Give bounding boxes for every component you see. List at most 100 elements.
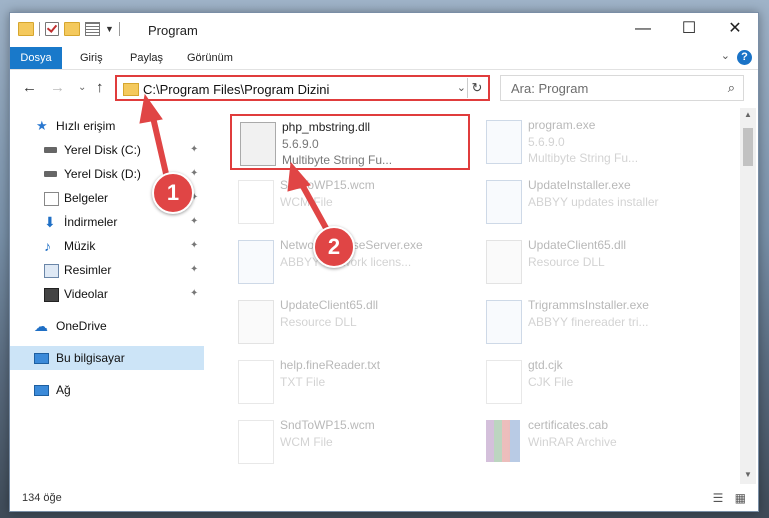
properties-icon[interactable] (85, 22, 100, 36)
sidebar-item-label: İndirmeler (64, 215, 118, 229)
sidebar-item-videos[interactable]: Videolar ✦ (10, 282, 204, 306)
music-icon: ♪ (44, 238, 51, 254)
up-arrow-icon[interactable]: ↑ (96, 79, 104, 96)
address-bar[interactable]: C:\Program Files\Program Dizini ⌄ ↻ (115, 75, 490, 101)
search-input[interactable] (509, 80, 713, 97)
back-arrow-icon[interactable]: ← (22, 79, 37, 96)
toolbar-divider (118, 22, 120, 36)
file-name: UpdateClient65.dll (528, 238, 627, 252)
tab-share[interactable]: Paylaş (130, 47, 163, 69)
file-item-php-mbstring[interactable]: php_mbstring.dll 5.6.9.0 Multibyte Strin… (230, 114, 470, 170)
pin-icon[interactable]: ✦ (190, 258, 198, 282)
dll-icon (238, 300, 274, 344)
document-icon (486, 360, 522, 404)
view-mode-icons[interactable]: ☰ ▦ (713, 491, 750, 505)
star-icon: ★ (36, 118, 48, 133)
videos-icon (44, 288, 59, 302)
file-name: certificates.cab (528, 418, 609, 432)
file-item[interactable]: UpdateInstaller.exe ABBYY updates instal… (478, 174, 718, 230)
file-item[interactable]: SndToWP15.wcm WCM File (230, 174, 470, 230)
file-item[interactable]: certificates.cab WinRAR Archive (478, 414, 718, 470)
sidebar-item-drive-c[interactable]: Yerel Disk (C:) ✦ (10, 138, 204, 162)
sidebar-item-label: Resimler (64, 263, 112, 277)
file-detail: WinRAR Archive (528, 435, 617, 449)
tab-file[interactable]: Dosya (10, 47, 62, 69)
file-item[interactable]: UpdateClient65.dll Resource DLL (478, 234, 718, 290)
expand-ribbon-chevron-icon[interactable]: ⌄ (721, 49, 730, 62)
file-name: UpdateInstaller.exe (528, 178, 631, 192)
new-folder-icon[interactable] (64, 22, 80, 36)
exe-icon (238, 240, 274, 284)
sidebar-item-label: Belgeler (64, 191, 109, 205)
tab-home[interactable]: Giriş (80, 47, 103, 69)
file-item[interactable]: program.exe 5.6.9.0 Multibyte String Fu.… (478, 114, 718, 170)
file-name: SndToWP15.wcm (280, 418, 375, 432)
document-icon (238, 360, 274, 404)
maximize-button[interactable]: ☐ (666, 13, 712, 45)
tab-view[interactable]: Görünüm (187, 47, 233, 69)
exe-icon (486, 180, 522, 224)
sidebar-item-music[interactable]: ♪ Müzik ✦ (10, 234, 204, 258)
scroll-up-icon[interactable]: ▲ (744, 110, 752, 119)
scroll-down-icon[interactable]: ▼ (744, 470, 752, 479)
sidebar-item-pictures[interactable]: Resimler ✦ (10, 258, 204, 282)
sidebar-item-label: Bu bilgisayar (56, 351, 125, 365)
sidebar-item-onedrive[interactable]: ☁ OneDrive (10, 314, 204, 338)
file-item[interactable]: help.fineReader.txt TXT File (230, 354, 470, 410)
pin-icon[interactable]: ✦ (190, 210, 198, 234)
sidebar-item-quick-access[interactable]: ★ Hızlı erişim (10, 114, 204, 138)
pictures-icon (44, 264, 59, 278)
file-detail: ABBYY updates installer (528, 195, 659, 209)
search-box[interactable]: ⌕ (500, 75, 744, 101)
address-dropdown-chevron-icon[interactable]: ⌄ (457, 81, 466, 94)
customize-toolbar-chevron-icon[interactable]: ▼ (105, 24, 114, 34)
file-detail: ABBYY finereader tri... (528, 315, 649, 329)
item-count: 134 öğe (22, 492, 62, 504)
navigation-pane: ★ Hızlı erişim Yerel Disk (C:) ✦ Yerel D… (10, 108, 204, 484)
vertical-scrollbar[interactable]: ▲ ▼ (740, 108, 756, 484)
file-name: help.fineReader.txt (280, 358, 381, 372)
file-item[interactable]: gtd.cjk CJK File (478, 354, 718, 410)
file-detail: TXT File (280, 375, 326, 389)
file-detail: WCM File (280, 435, 333, 449)
recent-locations-chevron-icon[interactable]: ⌄ (78, 82, 86, 93)
properties-check-icon[interactable] (45, 22, 59, 36)
address-path[interactable]: C:\Program Files\Program Dizini (143, 82, 329, 97)
search-icon[interactable]: ⌕ (728, 80, 735, 96)
file-detail: WCM File (280, 195, 333, 209)
file-detail: 5.6.9.0 (528, 135, 565, 149)
sidebar-item-this-pc[interactable]: Bu bilgisayar (10, 346, 204, 370)
pin-icon[interactable]: ✦ (190, 234, 198, 258)
sidebar-item-label: Ağ (56, 383, 71, 397)
toolbar-divider (39, 22, 40, 36)
file-list: php_mbstring.dll 5.6.9.0 Multibyte Strin… (206, 108, 740, 484)
quick-access-toolbar: ▼ (18, 22, 120, 36)
file-detail: 5.6.9.0 (282, 137, 319, 151)
drive-icon (44, 147, 57, 153)
minimize-button[interactable]: — (620, 13, 666, 45)
scrollbar-thumb[interactable] (743, 128, 753, 166)
file-detail: Multibyte String Fu... (282, 153, 393, 167)
file-item[interactable]: TrigrammsInstaller.exe ABBYY finereader … (478, 294, 718, 350)
help-icon[interactable]: ? (737, 50, 752, 65)
file-detail: Resource DLL (528, 255, 605, 269)
file-item[interactable]: UpdateClient65.dll Resource DLL (230, 294, 470, 350)
forward-arrow-icon[interactable]: → (50, 79, 65, 96)
cloud-icon: ☁ (34, 318, 48, 334)
close-button[interactable]: ✕ (712, 13, 758, 45)
file-name: TrigrammsInstaller.exe (528, 298, 649, 312)
refresh-icon[interactable]: ↻ (467, 78, 486, 98)
ribbon-tabs: Dosya Giriş Paylaş Görünüm ⌄ ? (10, 47, 758, 70)
dll-icon (240, 122, 276, 166)
sidebar-item-label: OneDrive (56, 319, 107, 333)
sidebar-item-label: Yerel Disk (D:) (64, 167, 141, 181)
document-icon (238, 420, 274, 464)
exe-icon (486, 300, 522, 344)
sidebar-item-network[interactable]: Ağ (10, 378, 204, 402)
window-title: Program (148, 23, 198, 38)
pin-icon[interactable]: ✦ (190, 282, 198, 306)
pin-icon[interactable]: ✦ (190, 138, 198, 162)
callout-badge-1: 1 (152, 172, 194, 214)
archive-icon (486, 420, 520, 462)
file-item[interactable]: SndToWP15.wcm WCM File (230, 414, 470, 470)
